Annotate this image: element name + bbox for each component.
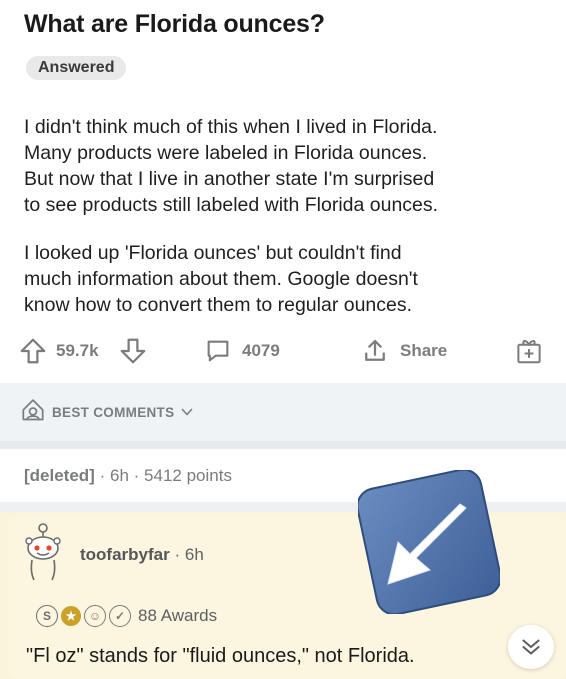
silver-award-icon: S bbox=[36, 605, 58, 627]
upvote-button[interactable] bbox=[18, 334, 48, 368]
deleted-comment-author: [deleted] bbox=[24, 466, 95, 485]
comments-button[interactable]: 4079 bbox=[204, 334, 280, 368]
comment-age: 6h bbox=[184, 545, 204, 564]
comment-awards[interactable]: S ★ ☺ ✓ 88 Awards bbox=[36, 604, 217, 628]
shield-icon bbox=[22, 399, 44, 421]
section-divider bbox=[0, 441, 566, 449]
post-title: What are Florida ounces? bbox=[24, 10, 325, 38]
sort-label: BEST COMMENTS bbox=[52, 404, 175, 420]
share-icon bbox=[365, 339, 385, 361]
helpful-award-icon: ✓ bbox=[109, 605, 131, 627]
award-count: 88 Awards bbox=[138, 606, 218, 625]
post-body-paragraph-2: I looked up 'Florida ounces' but couldn'… bbox=[24, 242, 418, 316]
collapse-button[interactable] bbox=[508, 625, 554, 669]
chevron-down-icon bbox=[182, 408, 193, 416]
wholesome-award-icon: ☺ bbox=[84, 605, 106, 627]
meta-separator: · bbox=[133, 466, 140, 485]
deleted-comment-meta: [deleted] · 6h · 5412 points bbox=[24, 466, 232, 486]
gold-award-icon: ★ bbox=[61, 606, 81, 626]
snoo-avatar-icon[interactable] bbox=[20, 520, 66, 582]
comment-icon bbox=[207, 340, 229, 362]
share-label: Share bbox=[400, 341, 448, 360]
deleted-comment-age: 6h bbox=[109, 466, 129, 485]
collapse-icon bbox=[522, 639, 540, 655]
post-action-bar: 59.7k 4079 Share bbox=[18, 334, 553, 368]
meta-separator: · bbox=[174, 545, 181, 564]
comment-text: "Fl oz" stands for "fluid ounces," not F… bbox=[26, 645, 415, 667]
upvote-icon bbox=[20, 338, 46, 364]
downvote-button[interactable] bbox=[118, 334, 148, 368]
comment-author[interactable]: toofarbyfar bbox=[80, 545, 170, 564]
meta-separator: · bbox=[99, 466, 106, 485]
award-add-icon bbox=[517, 340, 541, 364]
sort-comments-button[interactable]: BEST COMMENTS bbox=[20, 398, 194, 426]
comment-count: 4079 bbox=[242, 341, 280, 360]
down-left-arrow-icon bbox=[358, 470, 500, 614]
post-body-paragraph-1: I didn't think much of this when I lived… bbox=[24, 116, 439, 216]
share-button[interactable]: Share bbox=[360, 334, 447, 368]
comment-author-meta: toofarbyfar · 6h bbox=[80, 545, 204, 565]
give-award-button[interactable] bbox=[514, 334, 544, 368]
vote-count: 59.7k bbox=[56, 341, 99, 360]
answered-badge: Answered bbox=[26, 56, 127, 80]
deleted-comment-points: 5412 points bbox=[144, 466, 232, 485]
downvote-icon bbox=[120, 338, 146, 364]
